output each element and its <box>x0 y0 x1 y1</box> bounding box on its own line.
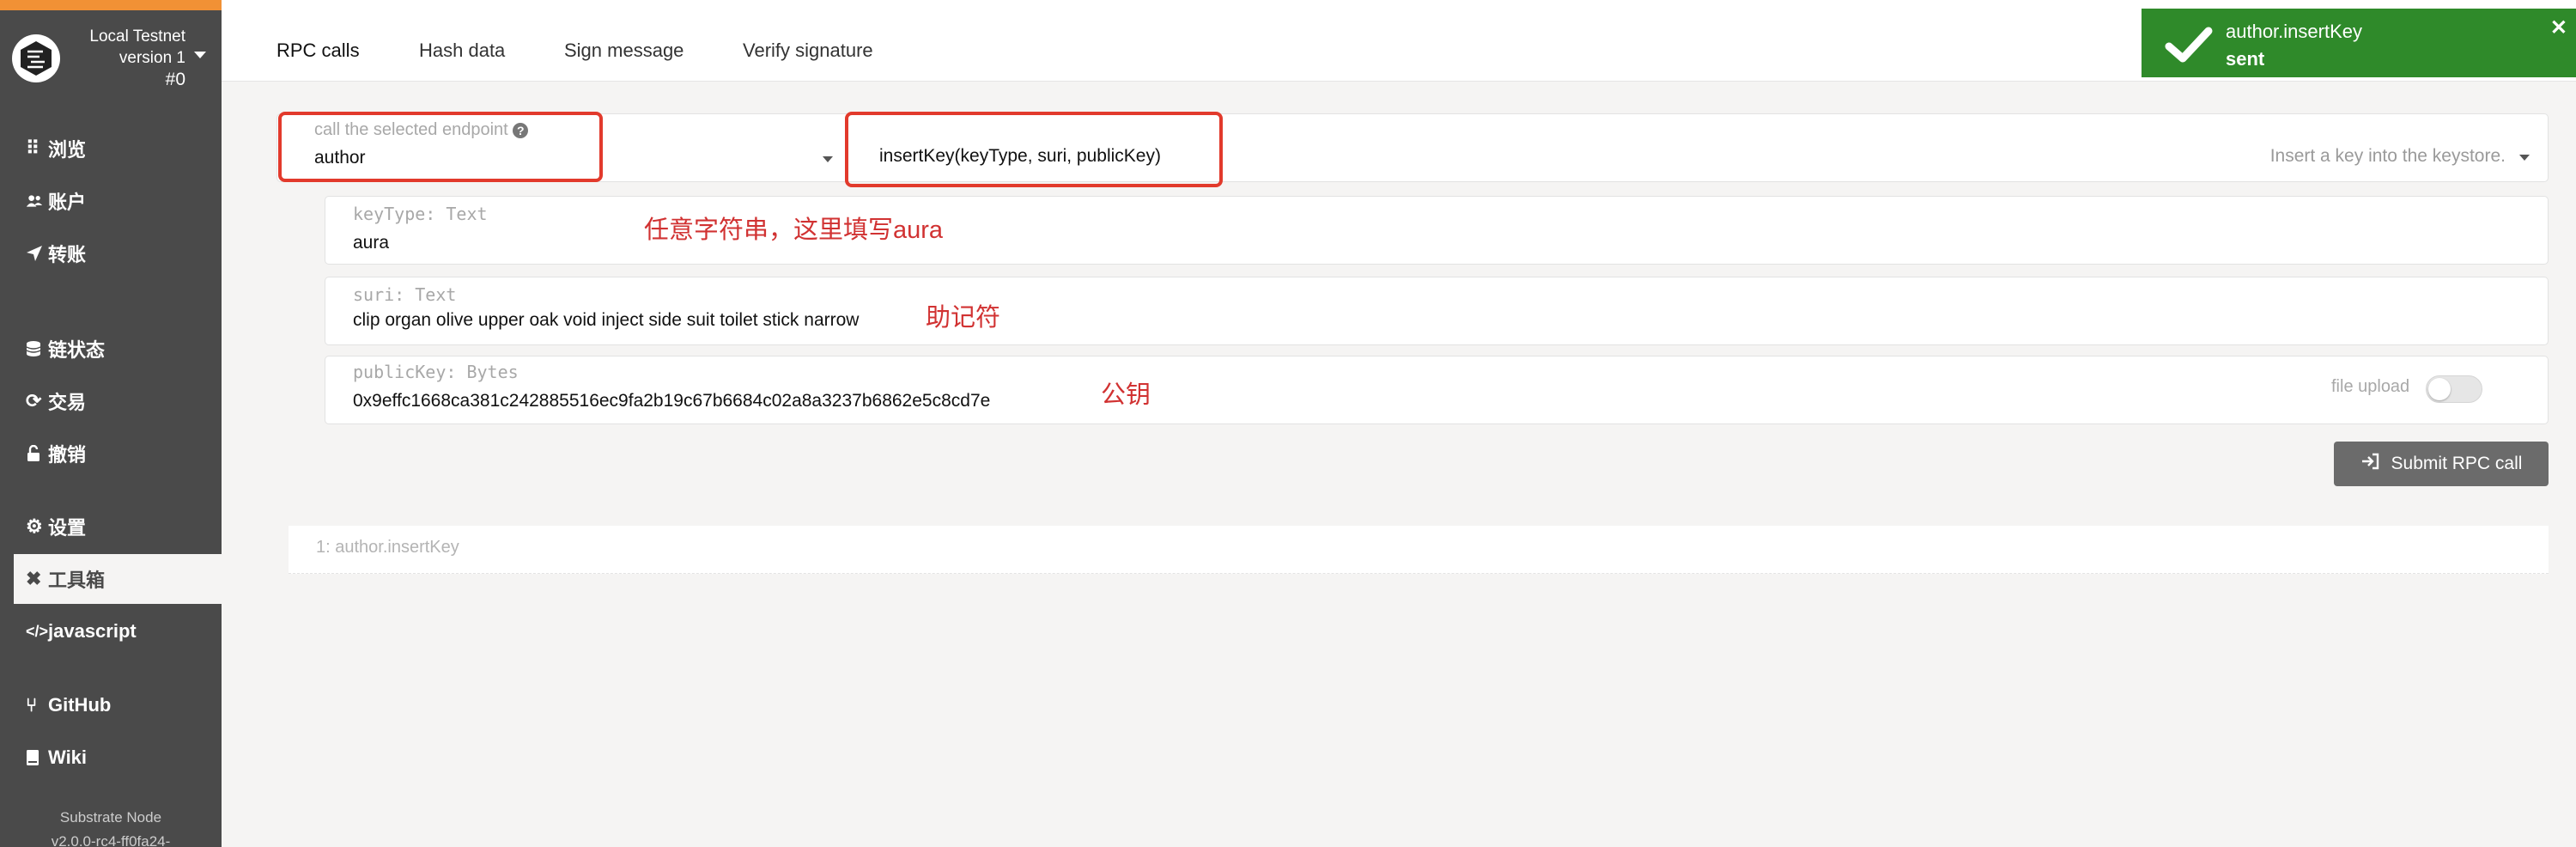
sidebar-item-label: 设置 <box>48 517 87 539</box>
substrate-logo-icon <box>12 34 60 82</box>
file-upload-label: file upload <box>2331 377 2410 396</box>
highlight-box <box>845 112 1223 187</box>
sidebar-item-settings[interactable]: ⚙ 设置 <box>14 502 222 551</box>
tab-rpc-calls[interactable]: RPC calls <box>276 40 360 62</box>
sidebar: Local Testnet version 1 #0 ⠿ 浏览 账户 转账 链状… <box>0 0 222 847</box>
book-icon <box>14 749 43 766</box>
sidebar-item-sudo[interactable]: 撤销 <box>14 429 222 478</box>
sidebar-item-label: 转账 <box>48 244 87 265</box>
th-icon: ⠿ <box>26 137 40 159</box>
chevron-down-icon <box>2519 155 2530 161</box>
close-icon[interactable]: ✕ <box>2550 15 2567 40</box>
sidebar-item-label: 浏览 <box>48 139 87 161</box>
param-value[interactable]: clip organ olive upper oak void inject s… <box>353 310 859 331</box>
status-toast: author.insertKey sent ✕ <box>2142 9 2576 77</box>
param-value[interactable]: 0x9effc1668ca381c242885516ec9fa2b19c67b6… <box>353 391 990 411</box>
sidebar-item-extrinsics[interactable]: ⟳ 交易 <box>14 376 222 426</box>
submit-label: Submit RPC call <box>2391 454 2523 473</box>
sidebar-item-label: Wiki <box>48 746 88 768</box>
file-upload-toggle[interactable] <box>2426 375 2482 403</box>
method-description: Insert a key into the keystore. <box>2269 146 2506 166</box>
param-publickey[interactable]: publicKey: Bytes 0x9effc1668ca381c242885… <box>325 356 2549 424</box>
param-suri[interactable]: suri: Text clip organ olive upper oak vo… <box>325 277 2549 345</box>
tab-verify-signature[interactable]: Verify signature <box>743 40 873 62</box>
param-label: suri: Text <box>353 284 457 305</box>
param-label: publicKey: Bytes <box>353 362 519 382</box>
node-name: Substrate Node <box>59 809 162 826</box>
users-icon <box>14 192 43 210</box>
sidebar-item-github[interactable]: ⑂ GitHub <box>14 680 222 730</box>
chain-version: version 1 <box>118 49 185 67</box>
highlight-box <box>278 112 603 182</box>
unlock-icon <box>14 445 43 462</box>
sidebar-item-label: javascript <box>48 620 137 642</box>
toast-status: sent <box>2226 48 2265 70</box>
github-icon: ⑂ <box>26 694 38 716</box>
tab-hash-data[interactable]: Hash data <box>419 40 505 62</box>
annotation: 助记符 <box>926 304 1001 332</box>
settings-icon: ⚙ <box>26 515 43 537</box>
chain-selector[interactable]: Local Testnet version 1 #0 <box>0 10 222 96</box>
node-version: v2.0.0-rc4-ff0fa24- <box>51 833 171 847</box>
sidebar-item-label: GitHub <box>48 694 112 716</box>
history-item: 1: author.insertKey <box>289 526 2549 574</box>
tab-sign-message[interactable]: Sign message <box>564 40 683 62</box>
sidebar-item-explorer[interactable]: ⠿ 浏览 <box>14 124 222 174</box>
chain-name: Local Testnet <box>89 27 185 46</box>
sidebar-item-label: 交易 <box>48 392 87 413</box>
param-value[interactable]: aura <box>353 233 389 253</box>
annotation: 任意字符串，这里填写aura <box>644 216 944 244</box>
toast-title: author.insertKey <box>2226 21 2362 42</box>
sidebar-item-label: 链状态 <box>48 339 106 361</box>
sidebar-item-chainstate[interactable]: 链状态 <box>14 324 222 374</box>
chain-block: #0 <box>165 70 185 89</box>
chain-info: Local Testnet version 1 #0 <box>89 26 185 90</box>
sign-in-icon <box>2360 453 2379 475</box>
tools-icon: ✖ <box>26 568 42 589</box>
annotation: 公钥 <box>1101 381 1151 409</box>
submit-rpc-button[interactable]: Submit RPC call <box>2334 442 2549 486</box>
database-icon <box>14 340 43 357</box>
sync-icon: ⟳ <box>26 390 42 411</box>
param-label: keyType: Text <box>353 204 488 224</box>
chevron-down-icon <box>194 52 206 58</box>
sidebar-item-label: 工具箱 <box>48 570 106 591</box>
check-icon <box>2165 27 2213 63</box>
sidebar-item-label: 账户 <box>48 192 87 213</box>
sidebar-item-accounts[interactable]: 账户 <box>14 176 222 226</box>
sidebar-item-toolbox[interactable]: ✖ 工具箱 <box>14 554 222 604</box>
sidebar-item-wiki[interactable]: Wiki <box>14 733 222 783</box>
chevron-down-icon <box>823 156 833 162</box>
app-root: Local Testnet version 1 #0 ⠿ 浏览 账户 转账 链状… <box>0 0 2576 847</box>
sidebar-item-javascript[interactable]: </> javascript <box>14 606 222 656</box>
sidebar-item-label: 撤销 <box>48 444 87 466</box>
sidebar-item-transfer[interactable]: 转账 <box>14 229 222 278</box>
code-icon: </> <box>26 622 49 640</box>
send-icon <box>14 245 43 262</box>
